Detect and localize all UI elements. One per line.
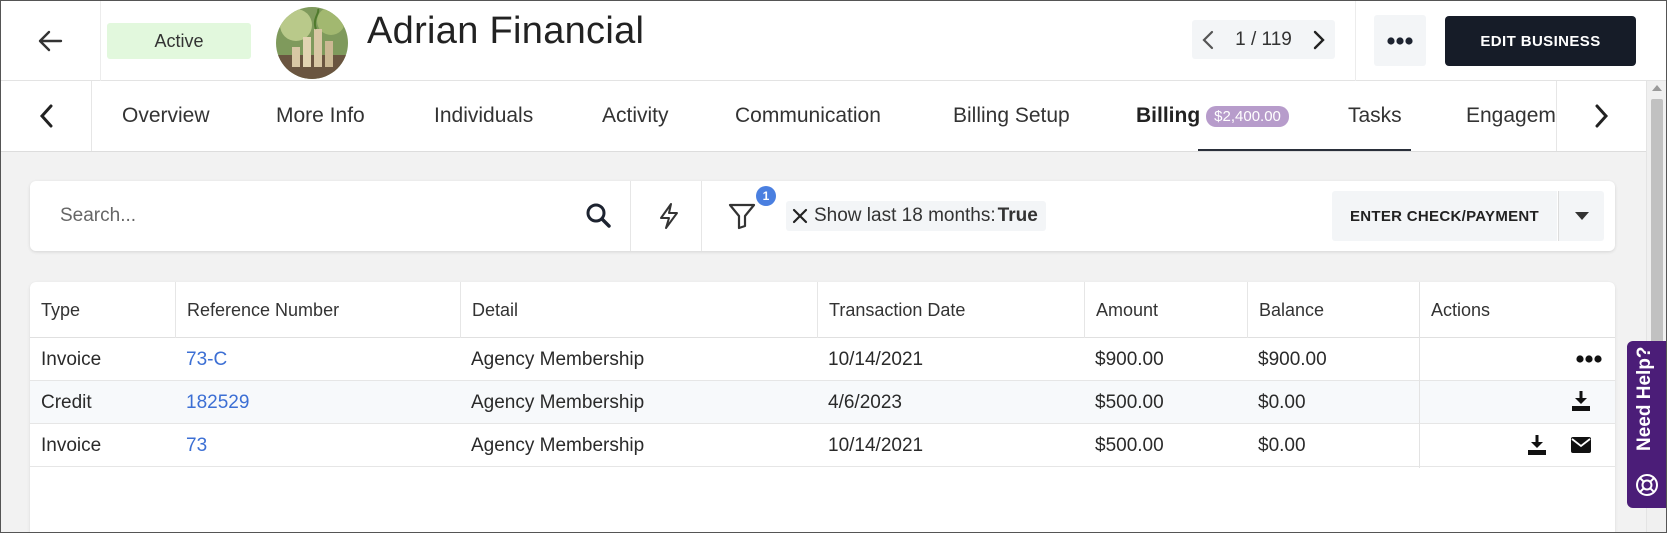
tab-communication[interactable]: Communication	[735, 81, 881, 151]
column-header-transaction-date[interactable]: Transaction Date	[817, 282, 1084, 338]
search-input[interactable]	[60, 199, 560, 233]
envelope-icon[interactable]	[1571, 437, 1591, 453]
cell-detail: Agency Membership	[471, 391, 645, 413]
tab-overview[interactable]: Overview	[122, 81, 210, 151]
cell-amount: $500.00	[1095, 391, 1164, 413]
actions-column-divider	[1419, 282, 1420, 468]
search-icon[interactable]	[585, 202, 611, 233]
billing-balance-badge: $2,400.00	[1206, 105, 1289, 127]
scroll-up-arrow[interactable]	[1652, 85, 1662, 91]
more-icon[interactable]	[1576, 354, 1602, 364]
cell-amount: $900.00	[1095, 348, 1164, 370]
record-pager: 1 / 119	[1192, 20, 1335, 59]
remove-filter-button[interactable]	[792, 208, 808, 224]
chevron-right-icon	[1313, 30, 1325, 49]
cell-balance: $900.00	[1258, 348, 1327, 370]
cell-reference-link[interactable]: 73	[175, 424, 207, 467]
business-avatar	[276, 7, 348, 79]
cell-balance: $0.00	[1258, 434, 1306, 456]
cell-transaction-date: 10/14/2021	[828, 434, 924, 456]
edit-business-button[interactable]: EDIT BUSINESS	[1445, 16, 1636, 66]
column-header-reference-number[interactable]: Reference Number	[175, 282, 460, 338]
column-header-amount[interactable]: Amount	[1084, 282, 1247, 338]
lifebuoy-icon	[1635, 473, 1659, 502]
download-icon[interactable]	[1527, 434, 1547, 456]
cell-transaction-date: 10/14/2021	[828, 348, 924, 370]
need-help-button[interactable]: Need Help?	[1627, 341, 1667, 508]
filter-count-badge: 1	[756, 186, 776, 206]
table-header: Type Reference Number Detail Transaction…	[30, 282, 1615, 338]
table-row[interactable]: Credit 182529 Agency Membership 4/6/2023…	[30, 381, 1615, 424]
active-filter-chip: Show last 18 months: True	[786, 201, 1046, 231]
business-header: Active Adrian Financial 1 / 119 EDIT BUS…	[0, 0, 1667, 81]
need-help-label: Need Help?	[1634, 346, 1655, 451]
lightning-icon[interactable]	[658, 202, 680, 235]
arrow-left-icon	[38, 30, 63, 51]
caret-down-icon	[1574, 212, 1589, 220]
cell-balance: $0.00	[1258, 391, 1306, 413]
tab-billing-setup[interactable]: Billing Setup	[953, 81, 1070, 151]
filter-bar: 1 Show last 18 months: True ENTER CHECK/…	[30, 181, 1615, 251]
cell-type: Invoice	[41, 434, 102, 456]
chevron-left-icon	[1202, 30, 1214, 49]
payment-dropdown-button[interactable]	[1558, 191, 1604, 241]
tab-billing[interactable]: Billing $2,400.00	[1136, 81, 1289, 151]
ellipsis-icon	[1387, 36, 1413, 45]
header-divider	[1355, 0, 1356, 81]
status-badge: Active	[107, 23, 251, 59]
tab-tasks[interactable]: Tasks	[1348, 81, 1402, 151]
column-header-detail[interactable]: Detail	[460, 282, 817, 338]
chevron-left-icon	[39, 104, 52, 128]
business-name: Adrian Financial	[367, 10, 645, 52]
back-button[interactable]	[0, 0, 101, 81]
cell-detail: Agency Membership	[471, 434, 645, 456]
cell-reference-link[interactable]: 182529	[175, 381, 249, 424]
chevron-right-icon	[1595, 104, 1608, 128]
tab-more-info[interactable]: More Info	[276, 81, 365, 151]
column-header-balance[interactable]: Balance	[1247, 282, 1419, 338]
table-row[interactable]: Invoice 73 Agency Membership 10/14/2021 …	[30, 424, 1615, 467]
more-options-button[interactable]	[1374, 15, 1426, 66]
table-row[interactable]: Invoice 73-C Agency Membership 10/14/202…	[30, 338, 1615, 381]
tab-engagements[interactable]: Engagem	[1466, 81, 1556, 151]
filter-chip-value: True	[997, 205, 1038, 226]
tab-activity[interactable]: Activity	[602, 81, 669, 151]
active-tab-indicator	[1198, 149, 1411, 151]
column-header-type[interactable]: Type	[30, 282, 175, 338]
tabs-scroll-right-button[interactable]	[1556, 81, 1646, 151]
next-record-button[interactable]	[1313, 30, 1325, 50]
enter-check-payment-button[interactable]: ENTER CHECK/PAYMENT	[1332, 191, 1557, 241]
cell-reference-link[interactable]: 73-C	[175, 338, 227, 381]
tab-individuals[interactable]: Individuals	[434, 81, 533, 151]
cell-detail: Agency Membership	[471, 348, 645, 370]
filter-divider	[701, 181, 702, 251]
cell-type: Credit	[41, 391, 92, 413]
tab-strip: Overview More Info Individuals Activity …	[92, 81, 1556, 151]
prev-record-button[interactable]	[1202, 30, 1214, 50]
filter-divider	[630, 181, 631, 251]
transactions-table: Type Reference Number Detail Transaction…	[30, 282, 1615, 533]
tabs-scroll-left-button[interactable]	[0, 81, 92, 151]
filter-icon[interactable]	[728, 202, 756, 235]
cell-type: Invoice	[41, 348, 102, 370]
pager-text: 1 / 119	[1235, 28, 1292, 50]
cell-amount: $500.00	[1095, 434, 1164, 456]
column-header-actions: Actions	[1419, 282, 1615, 338]
filter-chip-label: Show last 18 months:	[814, 205, 996, 226]
tab-billing-label: Billing	[1136, 104, 1201, 127]
tab-bar: Overview More Info Individuals Activity …	[0, 81, 1667, 152]
close-icon	[792, 208, 808, 224]
cell-transaction-date: 4/6/2023	[828, 391, 902, 413]
download-icon[interactable]	[1571, 390, 1591, 412]
